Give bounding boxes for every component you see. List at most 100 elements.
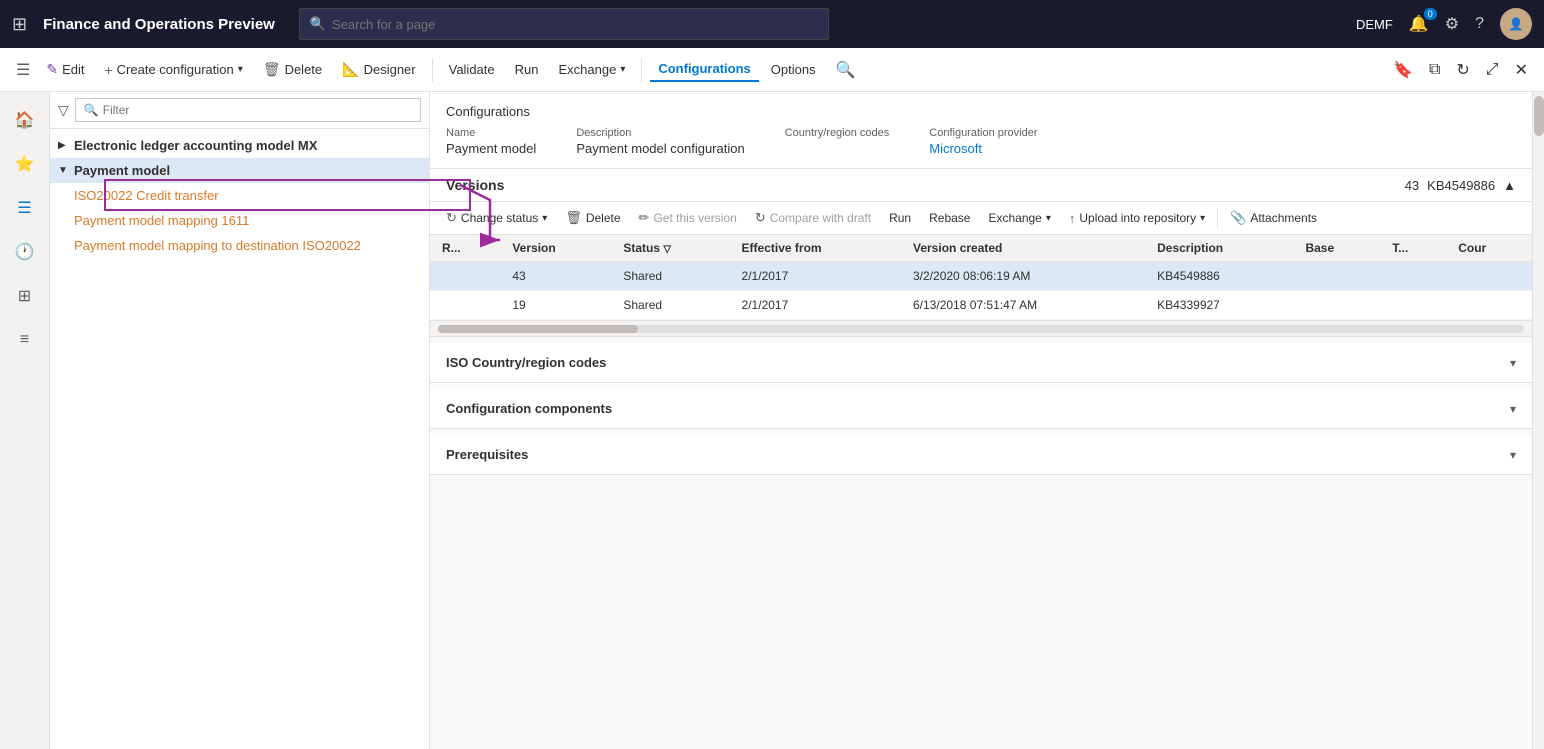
attachments-button[interactable]: 📎 Attachments (1222, 206, 1325, 230)
iso-header[interactable]: ISO Country/region codes ▾ (430, 343, 1532, 382)
close-icon[interactable]: ✕ (1511, 56, 1532, 84)
sidebar-menu-icon[interactable]: ☰ (5, 188, 45, 228)
delete-button[interactable]: 🗑 Delete (255, 57, 330, 82)
scrollbar-thumb[interactable] (438, 325, 638, 333)
main-layout: 🏠 ⭐ ☰ 🕐 ⊞ ≡ ▽ 🔍 ▶ Electronic ledger acco… (0, 92, 1544, 749)
copy-icon[interactable]: ⧉ (1425, 57, 1444, 83)
hamburger-icon[interactable]: ☰ (12, 56, 34, 84)
search-input[interactable] (332, 17, 818, 32)
tree-item-payment-mapping-1611[interactable]: Payment model mapping 1611 (50, 208, 429, 233)
refresh-small-icon: ↻ (446, 210, 457, 226)
validate-button[interactable]: Validate (441, 58, 503, 81)
kb-value: KB4549886 (1427, 178, 1495, 193)
filter-input[interactable] (103, 103, 412, 117)
toolbar-search-icon[interactable]: 🔍 (836, 60, 856, 80)
options-tab[interactable]: Options (763, 58, 824, 81)
tree-item-payment-model[interactable]: ▼ Payment model (50, 158, 429, 183)
edit-button[interactable]: ✎ Edit (38, 57, 92, 82)
col-version[interactable]: Version (500, 235, 611, 262)
prerequisites-section: Prerequisites ▾ (430, 435, 1532, 475)
cell-created: 6/13/2018 07:51:47 AM (901, 291, 1145, 320)
avatar[interactable]: 👤 (1500, 8, 1532, 40)
table-row[interactable]: 19 Shared 2/1/2017 6/13/2018 07:51:47 AM… (430, 291, 1532, 320)
col-description: Description (1145, 235, 1293, 262)
toolbar-right-icons: 🔖 ⧉ ↻ ⤢ ✕ (1389, 56, 1532, 84)
sidebar-list-icon[interactable]: ≡ (5, 320, 45, 360)
create-config-button[interactable]: + Create configuration ▾ (96, 58, 250, 82)
filter-input-wrapper[interactable]: 🔍 (75, 98, 421, 122)
col-t: T... (1380, 235, 1446, 262)
tree-item-label: Electronic ledger accounting model MX (74, 138, 421, 153)
sidebar-home-icon[interactable]: 🏠 (5, 100, 45, 140)
expand-icon[interactable]: ⤢ (1482, 57, 1503, 83)
versions-run-button[interactable]: Run (881, 207, 919, 229)
content-panel: Configurations Name Payment model Descri… (430, 92, 1532, 749)
filter-search-icon: 🔍 (84, 103, 99, 117)
tree-item-electronic-ledger[interactable]: ▶ Electronic ledger accounting model MX (50, 133, 429, 158)
config-fields: Name Payment model Description Payment m… (446, 127, 1516, 156)
gear-icon[interactable]: ⚙ (1445, 14, 1459, 34)
sidebar-icons: 🏠 ⭐ ☰ 🕐 ⊞ ≡ (0, 92, 50, 749)
cell-effective: 2/1/2017 (730, 291, 901, 320)
versions-badge: 43 KB4549886 ▲ (1405, 178, 1516, 193)
refresh-icon[interactable]: ↻ (1452, 56, 1473, 84)
designer-icon: 📐 (342, 61, 359, 78)
configurations-tab[interactable]: Configurations (650, 57, 758, 82)
cell-created: 3/2/2020 08:06:19 AM (901, 262, 1145, 291)
tree-item-payment-mapping-iso[interactable]: Payment model mapping to destination ISO… (50, 233, 429, 258)
prerequisites-header[interactable]: Prerequisites ▾ (430, 435, 1532, 474)
name-field: Name Payment model (446, 127, 536, 156)
v-divider (1217, 208, 1218, 228)
upload-icon: ↑ (1069, 211, 1076, 226)
col-status[interactable]: Status ▽ (611, 235, 729, 262)
sidebar-clock-icon[interactable]: 🕐 (5, 232, 45, 272)
app-title: Finance and Operations Preview (43, 16, 275, 33)
table-row[interactable]: 43 Shared 2/1/2017 3/2/2020 08:06:19 AM … (430, 262, 1532, 291)
description-label: Description (576, 127, 744, 139)
get-version-button[interactable]: ✏ Get this version (631, 206, 745, 230)
iso-title: ISO Country/region codes (446, 355, 606, 370)
col-base: Base (1293, 235, 1380, 262)
compare-button[interactable]: ↻ Compare with draft (747, 206, 879, 230)
col-cour: Cour (1446, 235, 1532, 262)
vertical-scrollbar[interactable] (1532, 92, 1544, 749)
change-status-chevron: ▾ (542, 213, 547, 224)
versions-exchange-button[interactable]: Exchange ▾ (980, 207, 1058, 229)
vertical-scroll-thumb[interactable] (1534, 96, 1544, 136)
search-bar[interactable]: 🔍 (299, 8, 829, 40)
provider-value[interactable]: Microsoft (929, 141, 1037, 156)
description-value: Payment model configuration (576, 141, 744, 156)
rebase-button[interactable]: Rebase (921, 207, 978, 229)
sidebar-star-icon[interactable]: ⭐ (5, 144, 45, 184)
run-button[interactable]: Run (507, 58, 547, 81)
collapse-versions-icon[interactable]: ▲ (1503, 178, 1516, 193)
sidebar-grid-icon[interactable]: ⊞ (5, 276, 45, 316)
bell-icon[interactable]: 🔔 0 (1409, 14, 1429, 34)
col-effective: Effective from (730, 235, 901, 262)
tree-header: ▽ 🔍 (50, 92, 429, 129)
provider-label: Configuration provider (929, 127, 1037, 139)
config-header: Configurations Name Payment model Descri… (430, 92, 1532, 169)
components-section: Configuration components ▾ (430, 389, 1532, 429)
cell-r (430, 291, 500, 320)
upload-button[interactable]: ↑ Upload into repository ▾ (1061, 207, 1213, 230)
cell-desc: KB4549886 (1145, 262, 1293, 291)
tree-item-iso20022[interactable]: ISO20022 Credit transfer (50, 183, 429, 208)
prerequisites-chevron-icon: ▾ (1510, 448, 1516, 462)
components-header[interactable]: Configuration components ▾ (430, 389, 1532, 428)
versions-delete-button[interactable]: 🗑 Delete (557, 206, 628, 230)
collapsible-container: ISO Country/region codes ▾ Configuration… (430, 337, 1532, 749)
app-grid-icon[interactable]: ⊞ (12, 14, 27, 35)
designer-button[interactable]: 📐 Designer (334, 57, 423, 82)
horizontal-scrollbar[interactable] (430, 320, 1532, 336)
tree-item-label: Payment model (74, 163, 421, 178)
filter-icon[interactable]: ▽ (58, 102, 69, 119)
bookmark-icon[interactable]: 🔖 (1389, 56, 1417, 84)
chevron-down-icon: ▾ (238, 64, 243, 75)
country-label: Country/region codes (785, 127, 890, 139)
change-status-button[interactable]: ↻ Change status ▾ (438, 206, 555, 230)
question-icon[interactable]: ? (1475, 15, 1484, 33)
iso-section: ISO Country/region codes ▾ (430, 343, 1532, 383)
col-r: R... (430, 235, 500, 262)
exchange-button[interactable]: Exchange ▾ (550, 58, 633, 81)
